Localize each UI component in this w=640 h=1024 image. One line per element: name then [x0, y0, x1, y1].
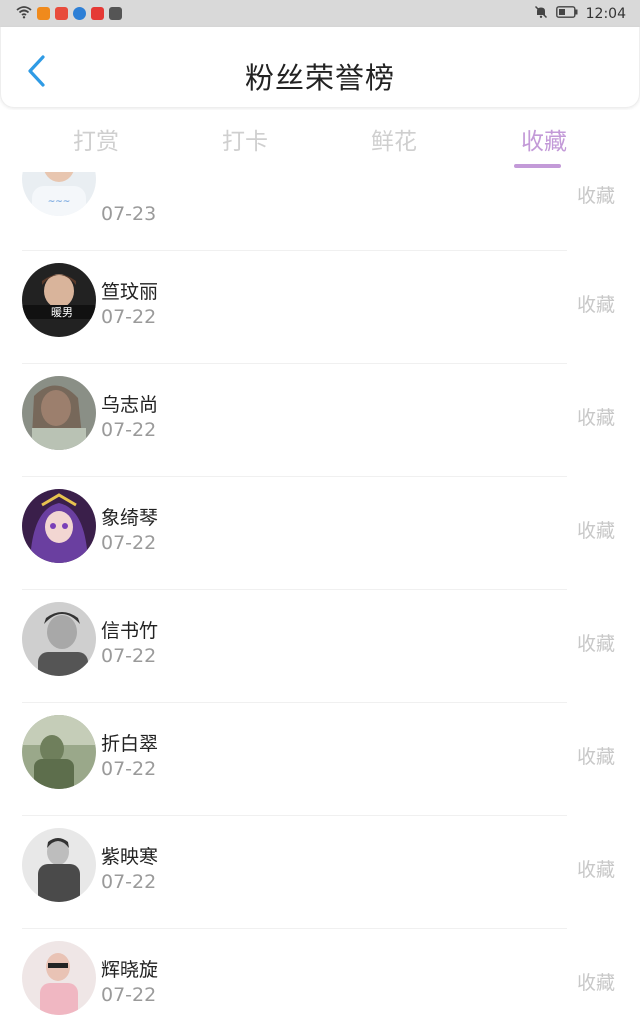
tab-flowers[interactable]: 鲜花 — [344, 122, 444, 156]
app-orange-icon — [37, 7, 50, 20]
wifi-icon — [16, 4, 32, 23]
favorite-action[interactable]: 收藏 — [577, 742, 615, 769]
list-item-date: 07-22 — [101, 871, 157, 893]
favorite-action[interactable]: 收藏 — [577, 516, 615, 543]
fan-list: ~~~ 07-23 收藏 暖男 笪玟丽 07-22 收藏 乌志尚 07-22 收… — [0, 172, 640, 1024]
list-item-name: 乌志尚 — [101, 394, 159, 416]
app-red-icon — [55, 7, 68, 20]
app-red-v-icon — [91, 7, 104, 20]
app-blue-icon — [73, 7, 86, 20]
avatar-caption: 暖男 — [51, 306, 73, 319]
list-item[interactable]: ~~~ 07-23 收藏 — [0, 172, 640, 245]
list-item-name: 笪玟丽 — [101, 281, 159, 303]
favorite-action[interactable]: 收藏 — [577, 855, 615, 882]
page-title: 粉丝荣誉榜 — [244, 61, 395, 95]
list-item[interactable]: 折白翠 07-22 收藏 — [0, 702, 640, 815]
list-item-date: 07-22 — [101, 758, 157, 780]
list-item-name: 紫映寒 — [101, 846, 159, 868]
avatar[interactable] — [22, 715, 96, 789]
mute-bell-icon — [534, 5, 548, 23]
tab-reward[interactable]: 打赏 — [46, 122, 146, 156]
list-item-name: 象绮琴 — [101, 507, 159, 529]
svg-text:~~~: ~~~ — [48, 197, 71, 207]
app-dark-icon — [109, 7, 122, 20]
avatar[interactable]: ~~~ — [22, 172, 96, 216]
tab-bar: 打赏 打卡 鲜花 收藏 — [0, 110, 640, 172]
list-item-date: 07-22 — [101, 419, 157, 441]
avatar[interactable] — [22, 941, 96, 1015]
active-tab-indicator — [514, 164, 561, 168]
avatar[interactable] — [22, 828, 96, 902]
tab-favorites[interactable]: 收藏 — [494, 122, 594, 168]
list-item[interactable]: 信书竹 07-22 收藏 — [0, 589, 640, 702]
tab-checkin[interactable]: 打卡 — [195, 122, 295, 156]
status-bar: 12:04 — [0, 0, 640, 27]
status-bar-right: 12:04 — [534, 5, 626, 23]
avatar[interactable] — [22, 602, 96, 676]
favorite-action[interactable]: 收藏 — [577, 181, 615, 208]
header-bar: 粉丝荣誉榜 — [0, 27, 640, 108]
favorite-action[interactable]: 收藏 — [577, 403, 615, 430]
status-time: 12:04 — [585, 5, 626, 22]
favorite-action[interactable]: 收藏 — [577, 968, 615, 995]
status-bar-left — [16, 4, 122, 23]
favorite-action[interactable]: 收藏 — [577, 629, 615, 656]
avatar[interactable] — [22, 489, 96, 563]
favorite-action[interactable]: 收藏 — [577, 290, 615, 317]
list-item-date: 07-22 — [101, 532, 157, 554]
list-item[interactable]: 象绮琴 07-22 收藏 — [0, 476, 640, 589]
list-item-date: 07-22 — [101, 306, 157, 328]
list-item-name: 信书竹 — [101, 620, 159, 642]
avatar[interactable] — [22, 376, 96, 450]
list-item-date: 07-22 — [101, 984, 157, 1006]
list-item[interactable]: 紫映寒 07-22 收藏 — [0, 815, 640, 928]
list-item-date: 07-22 — [101, 645, 157, 667]
battery-icon — [555, 5, 578, 22]
list-item[interactable]: 乌志尚 07-22 收藏 — [0, 363, 640, 476]
list-item-name: 折白翠 — [101, 733, 159, 755]
list-item-date: 07-23 — [101, 203, 157, 225]
list-item[interactable]: 暖男 笪玟丽 07-22 收藏 — [0, 250, 640, 363]
list-item-name: 辉晓旋 — [101, 959, 159, 981]
list-item[interactable]: 辉晓旋 07-22 收藏 — [0, 928, 640, 1024]
avatar[interactable]: 暖男 — [22, 263, 96, 337]
tab-favorites-label: 收藏 — [521, 129, 567, 155]
